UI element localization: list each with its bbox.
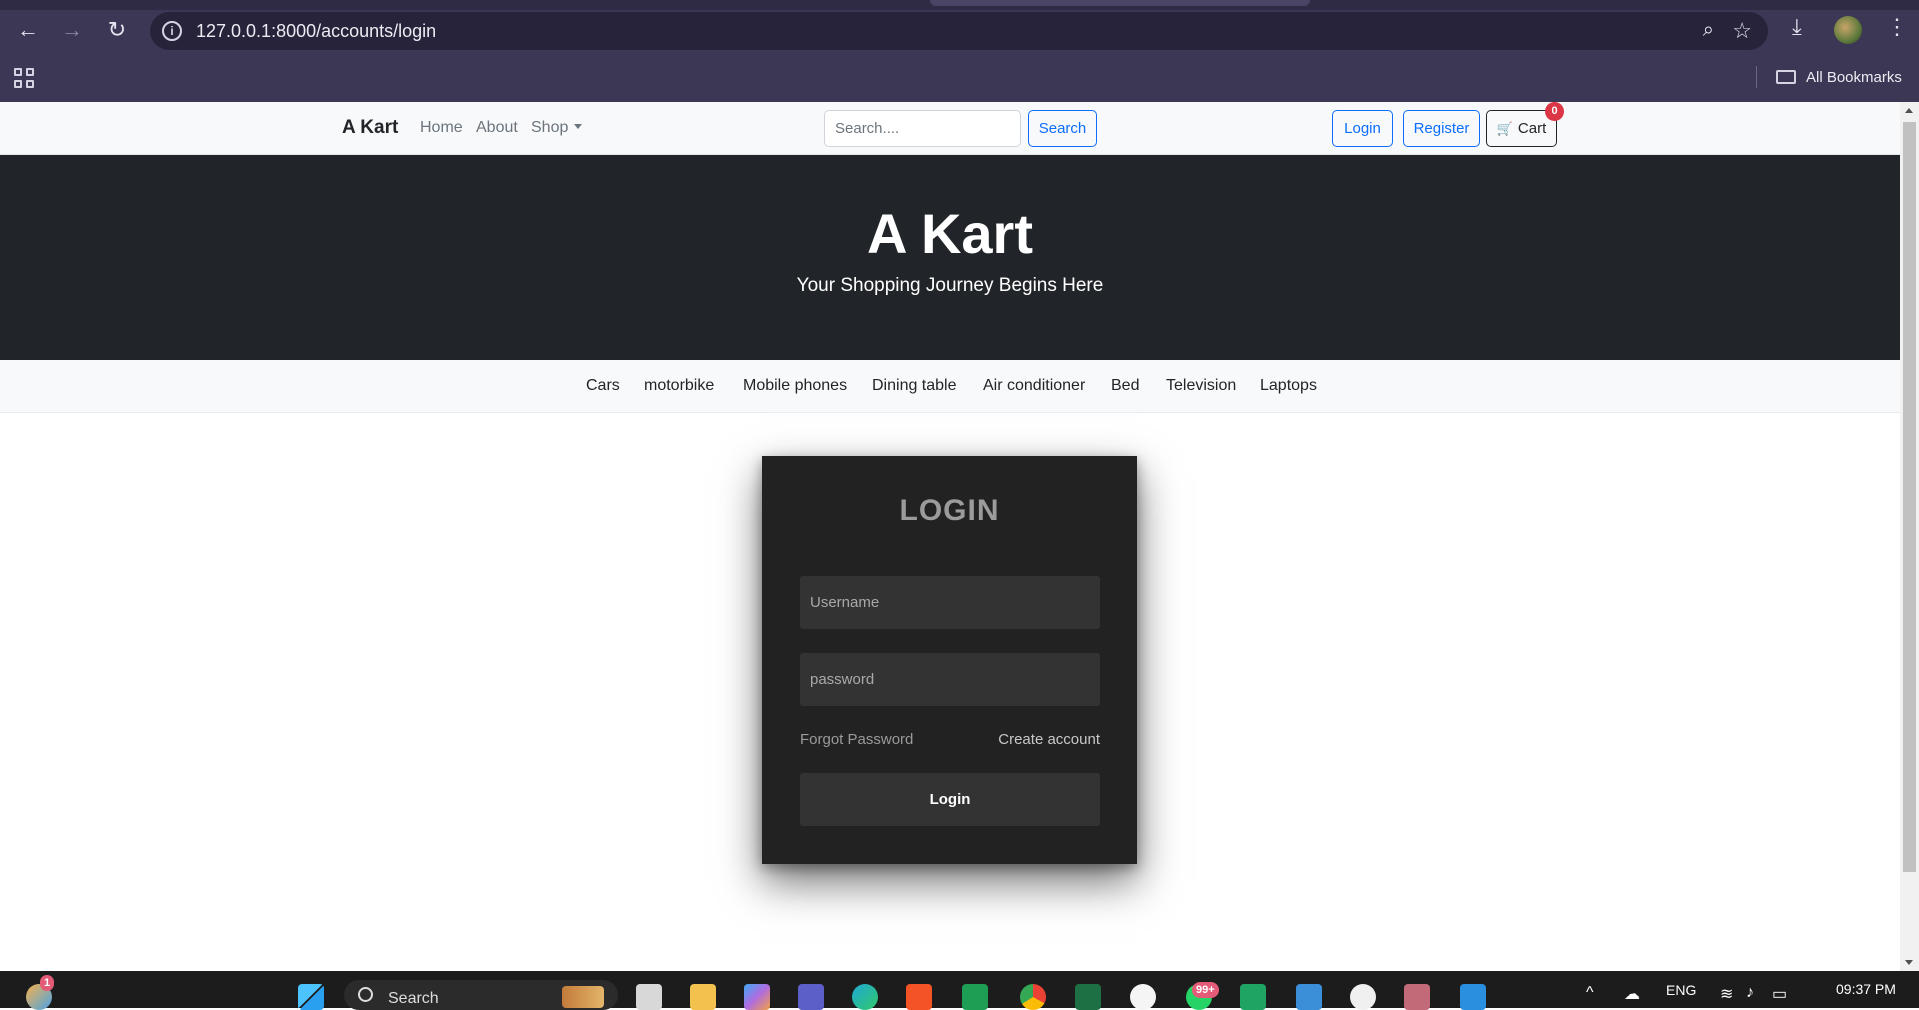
github-icon[interactable] bbox=[1350, 984, 1376, 1010]
url-text[interactable]: 127.0.0.1:8000/accounts/login bbox=[196, 21, 436, 42]
chrome-icon[interactable] bbox=[1020, 984, 1046, 1010]
username-field[interactable] bbox=[800, 576, 1100, 629]
login-submit-button[interactable]: Login bbox=[800, 773, 1100, 826]
nav-about[interactable]: About bbox=[476, 119, 518, 137]
hero-title: A Kart bbox=[867, 202, 1033, 265]
photos-icon[interactable] bbox=[1296, 984, 1322, 1010]
nav-shop-dropdown[interactable]: Shop bbox=[531, 119, 583, 137]
forward-icon[interactable]: → bbox=[56, 14, 88, 46]
search-highlight-icon bbox=[562, 986, 604, 1008]
zoom-icon[interactable]: ⌕ bbox=[1703, 19, 1714, 42]
back-icon[interactable]: ← bbox=[12, 14, 44, 46]
search-input[interactable] bbox=[824, 110, 1021, 147]
bookmarks-bar: All Bookmarks bbox=[0, 60, 1919, 102]
scroll-down-icon[interactable] bbox=[1905, 960, 1913, 965]
nav-shop-label: Shop bbox=[531, 119, 569, 136]
search-button[interactable]: Search bbox=[1028, 110, 1097, 147]
bookmarks-divider bbox=[1756, 66, 1757, 88]
notification-badge: 99+ bbox=[1192, 982, 1219, 998]
category-television[interactable]: Television bbox=[1166, 377, 1236, 395]
category-dining-table[interactable]: Dining table bbox=[872, 377, 957, 395]
cart-icon: 🛒 bbox=[1496, 120, 1513, 136]
chatgpt-icon[interactable] bbox=[1130, 984, 1156, 1010]
store-icon[interactable] bbox=[906, 984, 932, 1010]
search-icon bbox=[358, 987, 373, 1002]
classroom-icon[interactable] bbox=[962, 984, 988, 1010]
brand-logo[interactable]: A Kart bbox=[342, 117, 398, 139]
register-button[interactable]: Register bbox=[1403, 110, 1480, 147]
nav-home[interactable]: Home bbox=[420, 119, 463, 137]
scroll-up-icon[interactable] bbox=[1905, 108, 1913, 113]
profile-avatar[interactable] bbox=[1834, 16, 1862, 44]
cart-label: Cart bbox=[1517, 120, 1547, 137]
taskbar-search-label: Search bbox=[388, 990, 439, 1007]
os-taskbar: 1 Search 99+ ^ ☁ ENG ≋ ♪ ▭ 09:37 PM bbox=[0, 971, 1919, 1010]
category-mobile-phones[interactable]: Mobile phones bbox=[743, 377, 847, 395]
language-indicator[interactable]: ENG bbox=[1666, 982, 1696, 998]
weather-badge: 1 bbox=[40, 975, 55, 991]
snipping-tool-icon[interactable] bbox=[1404, 984, 1430, 1010]
folder-icon bbox=[1776, 70, 1796, 84]
category-air-conditioner[interactable]: Air conditioner bbox=[983, 377, 1085, 395]
taskbar-search[interactable]: Search bbox=[344, 980, 618, 1010]
create-account-link[interactable]: Create account bbox=[998, 731, 1100, 748]
category-laptops[interactable]: Laptops bbox=[1260, 377, 1317, 395]
cart-count-badge: 0 bbox=[1545, 102, 1564, 121]
category-bed[interactable]: Bed bbox=[1111, 377, 1139, 395]
web-page: A Kart Home About Shop Search Login Regi… bbox=[0, 102, 1900, 971]
clock[interactable]: 09:37 PM bbox=[1836, 981, 1896, 997]
password-field[interactable] bbox=[800, 653, 1100, 706]
page-scrollbar[interactable] bbox=[1900, 102, 1919, 971]
apps-grid-icon[interactable] bbox=[14, 68, 34, 88]
login-title: LOGIN bbox=[899, 494, 1000, 527]
all-bookmarks-button[interactable]: All Bookmarks bbox=[1776, 66, 1902, 88]
tray-chevron-icon[interactable]: ^ bbox=[1586, 984, 1594, 1002]
category-bar: Cars motorbike Mobile phones Dining tabl… bbox=[0, 360, 1900, 413]
all-bookmarks-label: All Bookmarks bbox=[1806, 68, 1902, 86]
address-bar[interactable]: i 127.0.0.1:8000/accounts/login ⌕ ☆ bbox=[150, 12, 1768, 50]
teams-icon[interactable] bbox=[798, 984, 824, 1010]
browser-menu-icon[interactable]: ⋮ bbox=[1886, 14, 1908, 40]
forgot-password-link[interactable]: Forgot Password bbox=[800, 731, 913, 748]
copilot-icon[interactable] bbox=[744, 984, 770, 1010]
hero-banner: A Kart Your Shopping Journey Begins Here bbox=[0, 155, 1900, 360]
reload-icon[interactable]: ↻ bbox=[101, 14, 133, 46]
hero-subtitle: Your Shopping Journey Begins Here bbox=[796, 275, 1104, 296]
browser-chrome: ← → ↻ i 127.0.0.1:8000/accounts/login ⌕ … bbox=[0, 0, 1919, 102]
download-icon[interactable]: ⤓ bbox=[1792, 14, 1802, 40]
login-nav-button[interactable]: Login bbox=[1332, 110, 1393, 147]
wifi-icon[interactable]: ≋ bbox=[1720, 984, 1733, 1004]
start-menu-icon[interactable] bbox=[298, 984, 324, 1010]
caret-down-icon bbox=[574, 124, 583, 129]
site-navbar: A Kart Home About Shop Search Login Regi… bbox=[0, 102, 1900, 155]
sheets-icon[interactable] bbox=[1240, 984, 1266, 1010]
active-tab-edge[interactable] bbox=[930, 0, 1310, 6]
volume-icon[interactable]: ♪ bbox=[1746, 984, 1754, 1002]
category-cars[interactable]: Cars bbox=[586, 377, 620, 395]
file-explorer-icon[interactable] bbox=[690, 984, 716, 1010]
login-card: LOGIN Forgot Password Create account Log… bbox=[762, 456, 1137, 864]
excel-icon[interactable] bbox=[1075, 984, 1101, 1010]
battery-icon[interactable]: ▭ bbox=[1772, 984, 1787, 1004]
tab-strip bbox=[0, 0, 1919, 10]
cloud-icon[interactable]: ☁ bbox=[1624, 984, 1640, 1004]
edge-icon[interactable] bbox=[852, 984, 878, 1010]
vscode-icon[interactable] bbox=[1460, 984, 1486, 1010]
site-info-icon[interactable]: i bbox=[162, 21, 182, 41]
task-view-icon[interactable] bbox=[636, 984, 662, 1010]
scrollbar-thumb[interactable] bbox=[1903, 122, 1916, 872]
bookmark-star-icon[interactable]: ☆ bbox=[1732, 18, 1752, 44]
category-motorbike[interactable]: motorbike bbox=[644, 377, 714, 395]
